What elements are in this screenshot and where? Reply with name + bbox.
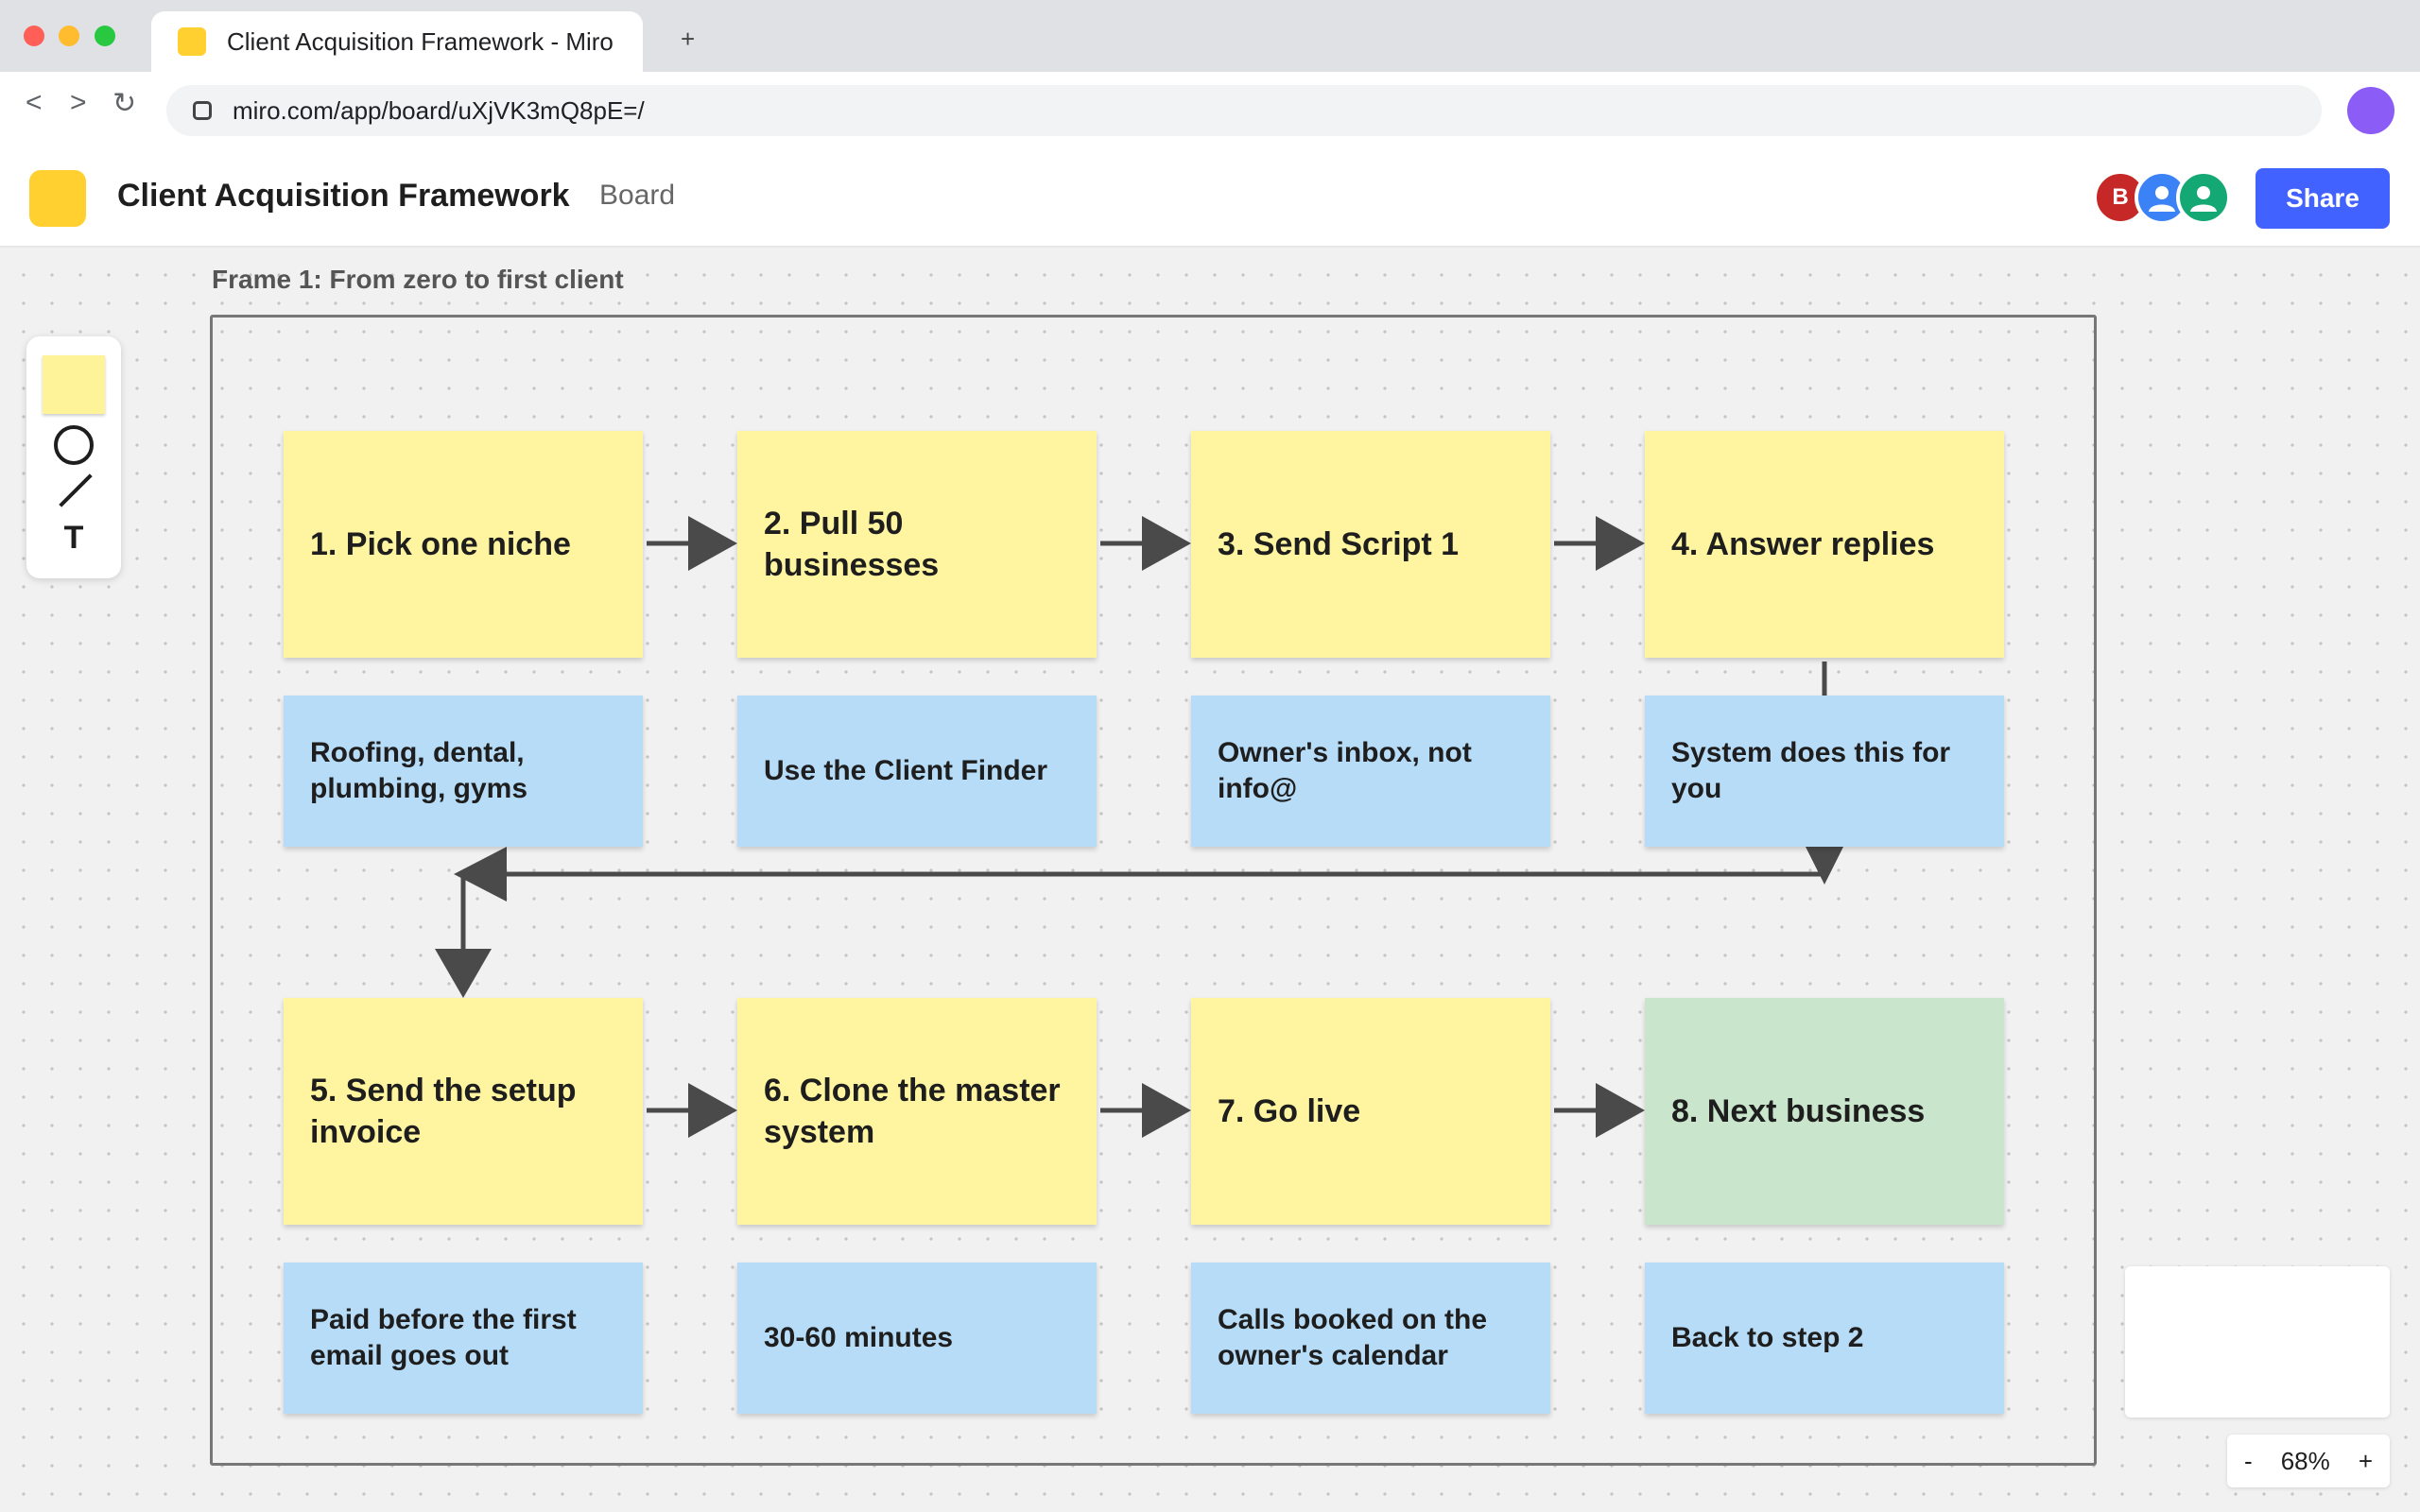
sticky-text: Roofing, dental, plumbing, gyms	[310, 737, 528, 804]
connector-arrow[interactable]	[1554, 516, 1645, 571]
connector-arrow[interactable]	[1100, 516, 1191, 571]
sticky-text: 1. Pick one niche	[310, 526, 571, 562]
sticky-note-5[interactable]: Paid before the first email goes out	[284, 1263, 643, 1414]
sticky-text: 7. Go live	[1218, 1093, 1361, 1129]
sticky-step-1[interactable]: 1. Pick one niche	[284, 431, 643, 658]
sticky-step-7[interactable]: 7. Go live	[1191, 998, 1550, 1225]
sticky-text: System does this for you	[1671, 737, 1951, 804]
sticky-note-4[interactable]: System does this for you	[1645, 696, 2004, 847]
sticky-note-2[interactable]: Use the Client Finder	[737, 696, 1097, 847]
sticky-text: 4. Answer replies	[1671, 526, 1935, 562]
connector-arrow[interactable]	[1100, 1083, 1191, 1138]
zoom-control: - 68% +	[2227, 1435, 2390, 1487]
sticky-text: Paid before the first email goes out	[310, 1304, 577, 1371]
sticky-text: Owner's inbox, not info@	[1218, 737, 1472, 804]
sticky-text: Use the Client Finder	[764, 755, 1048, 786]
sticky-step-3[interactable]: 3. Send Script 1	[1191, 431, 1550, 658]
zoom-level[interactable]: 68%	[2281, 1447, 2330, 1476]
sticky-text: Calls booked on the owner's calendar	[1218, 1304, 1488, 1371]
sticky-note-3[interactable]: Owner's inbox, not info@	[1191, 696, 1550, 847]
connector-arrow[interactable]	[435, 662, 1843, 998]
sticky-step-8[interactable]: 8. Next business	[1645, 998, 2004, 1225]
sticky-note-1[interactable]: Roofing, dental, plumbing, gyms	[284, 696, 643, 847]
sticky-note-8[interactable]: Back to step 2	[1645, 1263, 2004, 1414]
sticky-text: 2. Pull 50 businesses	[764, 506, 940, 583]
minimap[interactable]	[2125, 1266, 2390, 1418]
zoom-in-button[interactable]: +	[2359, 1447, 2373, 1476]
sticky-text: 8. Next business	[1671, 1093, 1926, 1129]
sticky-note-6[interactable]: 30-60 minutes	[737, 1263, 1097, 1414]
sticky-step-6[interactable]: 6. Clone the master system	[737, 998, 1097, 1225]
sticky-text: 3. Send Script 1	[1218, 526, 1460, 562]
zoom-out-button[interactable]: -	[2244, 1447, 2253, 1476]
sticky-step-5[interactable]: 5. Send the setup invoice	[284, 998, 643, 1225]
sticky-text: 6. Clone the master system	[764, 1073, 1061, 1150]
sticky-step-2[interactable]: 2. Pull 50 businesses	[737, 431, 1097, 658]
sticky-note-7[interactable]: Calls booked on the owner's calendar	[1191, 1263, 1550, 1414]
connector-arrow[interactable]	[1554, 1083, 1645, 1138]
sticky-step-4[interactable]: 4. Answer replies	[1645, 431, 2004, 658]
sticky-text: Back to step 2	[1671, 1322, 1864, 1353]
sticky-text: 5. Send the setup invoice	[310, 1073, 577, 1150]
sticky-text: 30-60 minutes	[764, 1322, 954, 1353]
connector-arrow[interactable]	[647, 1083, 737, 1138]
connector-arrow[interactable]	[647, 516, 737, 571]
